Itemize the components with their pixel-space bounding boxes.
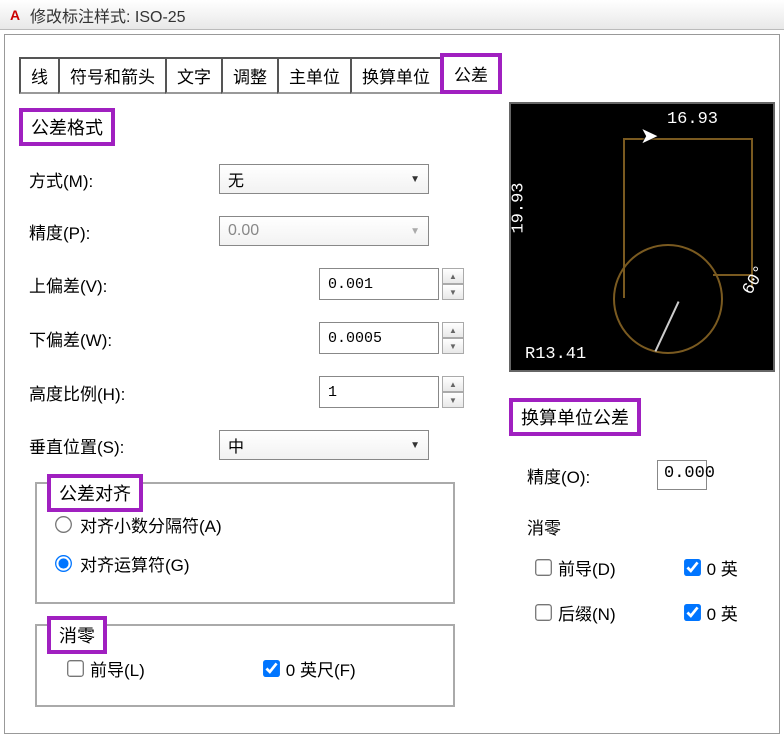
spinner-up-icon[interactable]: ▲ xyxy=(442,268,464,284)
section-tolerance-align: 公差对齐 xyxy=(47,474,143,512)
tab-symbols-arrows[interactable]: 符号和箭头 xyxy=(58,57,167,94)
label-alt-feet: 0 英 xyxy=(707,555,738,580)
label-lower: 下偏差(W): xyxy=(29,326,219,351)
combo-precision-value: 0.00 xyxy=(228,222,259,240)
input-lower[interactable]: 0.0005 xyxy=(319,322,439,354)
section-zero-suppress: 消零 xyxy=(47,616,107,654)
section-tolerance-format: 公差格式 xyxy=(19,108,115,146)
chevron-down-icon: ▼ xyxy=(410,174,420,185)
window-titlebar: A 修改标注样式: ISO-25 xyxy=(0,0,784,30)
app-icon: A xyxy=(6,6,24,24)
tab-row: 线 符号和箭头 文字 调整 主单位 换算单位 公差 xyxy=(19,53,779,94)
spinner-up-icon[interactable]: ▲ xyxy=(442,376,464,392)
group-alt-zero: 消零 前导(D) 后缀(N) xyxy=(527,504,779,635)
check-feet[interactable] xyxy=(263,660,280,677)
tab-fit[interactable]: 调整 xyxy=(221,57,279,94)
label-upper: 上偏差(V): xyxy=(29,272,219,297)
label-align-decimal: 对齐小数分隔符(A) xyxy=(80,512,222,537)
spinner-down-icon[interactable]: ▼ xyxy=(442,284,464,300)
chevron-down-icon: ▼ xyxy=(410,226,420,237)
tab-text[interactable]: 文字 xyxy=(165,57,223,94)
preview-dim-top: 16.93 xyxy=(667,110,718,129)
preview-dim-left: 19.93 xyxy=(510,182,529,233)
group-zero-suppress: 消零 前导(L) 0 英尺(F) xyxy=(35,624,455,707)
check-leading[interactable] xyxy=(67,660,84,677)
combo-method[interactable]: 无 ▼ xyxy=(219,164,429,194)
check-alt-inches[interactable] xyxy=(684,604,701,621)
label-height-scale: 高度比例(H): xyxy=(29,380,219,405)
tab-tolerances[interactable]: 公差 xyxy=(440,53,502,94)
dialog-body: 线 符号和箭头 文字 调整 主单位 换算单位 公差 ➤ 公差格式 方式(M): … xyxy=(4,34,780,734)
chevron-down-icon: ▼ xyxy=(410,440,420,451)
input-upper[interactable]: 0.001 xyxy=(319,268,439,300)
section-alt-unit-tol: 换算单位公差 xyxy=(509,398,641,436)
label-precision: 精度(P): xyxy=(29,219,219,244)
combo-precision[interactable]: 0.00 ▼ xyxy=(219,216,429,246)
tab-alt-units[interactable]: 换算单位 xyxy=(350,57,442,94)
label-alt-inches: 0 英 xyxy=(707,600,738,625)
tab-primary-units[interactable]: 主单位 xyxy=(277,57,352,94)
radio-align-decimal[interactable] xyxy=(55,516,72,533)
preview-dim-radius: R13.41 xyxy=(525,345,586,364)
combo-alt-precision[interactable]: 0.000 xyxy=(657,460,707,490)
label-align-operator: 对齐运算符(G) xyxy=(80,551,190,576)
spinner-down-icon[interactable]: ▼ xyxy=(442,338,464,354)
check-alt-trailing[interactable] xyxy=(535,604,552,621)
combo-vpos-value: 中 xyxy=(228,433,244,457)
group-tolerance-align: 公差对齐 对齐小数分隔符(A) 对齐运算符(G) xyxy=(35,482,455,604)
spinner-up-icon[interactable]: ▲ xyxy=(442,322,464,338)
combo-vpos[interactable]: 中 ▼ xyxy=(219,430,429,460)
label-vpos: 垂直位置(S): xyxy=(29,433,219,458)
label-feet: 0 英尺(F) xyxy=(286,656,356,681)
tab-lines[interactable]: 线 xyxy=(19,57,60,94)
label-leading: 前导(L) xyxy=(90,656,145,681)
radio-align-operator[interactable] xyxy=(55,555,72,572)
dimension-preview: 16.93 19.93 R13.41 60° xyxy=(509,102,775,372)
preview-dim-angle: 60° xyxy=(740,262,772,298)
label-alt-zero: 消零 xyxy=(527,514,779,539)
spinner-down-icon[interactable]: ▼ xyxy=(442,392,464,408)
label-method: 方式(M): xyxy=(29,167,219,192)
label-alt-trailing: 后缀(N) xyxy=(558,600,616,625)
combo-method-value: 无 xyxy=(228,167,244,191)
label-alt-leading: 前导(D) xyxy=(558,555,616,580)
window-title: 修改标注样式: ISO-25 xyxy=(30,3,186,27)
check-alt-leading[interactable] xyxy=(535,559,552,576)
input-height-scale[interactable]: 1 xyxy=(319,376,439,408)
label-alt-precision: 精度(O): xyxy=(527,463,657,488)
check-alt-feet[interactable] xyxy=(684,559,701,576)
